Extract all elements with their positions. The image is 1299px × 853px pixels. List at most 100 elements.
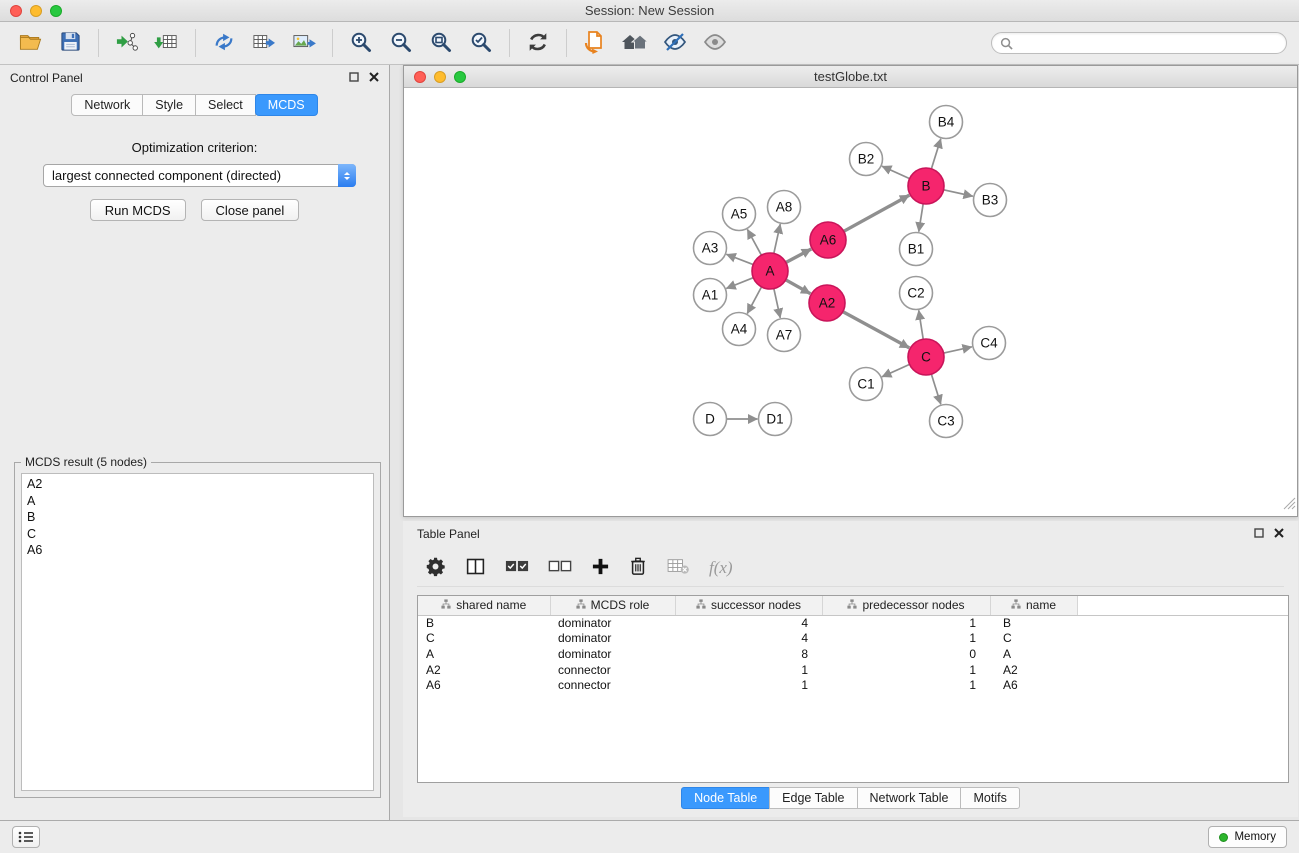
close-panel-icon[interactable] [369,71,379,85]
mcds-result-list[interactable]: A2ABCA6 [21,473,374,791]
home-pair-button[interactable] [617,25,653,61]
network-canvas[interactable]: B4B2BB3A5A8A6B1A3AC2A1A2A4A7CC1C4C3DD1 [404,88,1297,516]
close-window-button[interactable] [10,5,22,17]
minimize-window-button[interactable] [30,5,42,17]
tab-edge-table[interactable]: Edge Table [769,787,857,809]
tab-mcds[interactable]: MCDS [255,94,318,116]
edge-B-B2[interactable] [882,166,910,178]
edge-A-A2[interactable] [786,280,811,294]
dropdown-stepper-icon[interactable] [338,164,356,187]
column-header-shared-name[interactable]: shared name [418,596,550,615]
column-header-predecessor-nodes[interactable]: predecessor nodes [822,596,990,615]
edge-B-B1[interactable] [919,204,923,232]
export-table-button[interactable] [246,25,282,61]
close-table-panel-icon[interactable] [1274,527,1284,541]
tab-style[interactable]: Style [142,94,196,116]
node-B1[interactable]: B1 [900,233,933,266]
table-row[interactable]: Bdominator41B [418,615,1288,631]
node-A5[interactable]: A5 [723,198,756,231]
export-network-button[interactable] [206,25,242,61]
copy-style-button[interactable] [577,25,613,61]
select-all-columns-button[interactable] [505,553,529,583]
node-B4[interactable]: B4 [930,106,963,139]
node-A6[interactable]: A6 [810,222,846,258]
tab-network[interactable]: Network [71,94,143,116]
window-resize-grip[interactable] [1283,497,1296,515]
edge-A2-C[interactable] [843,312,910,348]
zoom-window-button[interactable] [50,5,62,17]
mcds-result-item[interactable]: A2 [27,476,368,493]
edge-A-A5[interactable] [747,229,761,255]
export-image-button[interactable] [286,25,322,61]
edge-C-C1[interactable] [882,364,910,376]
node-C1[interactable]: C1 [850,368,883,401]
edge-C-C4[interactable] [944,347,972,353]
show-columns-button[interactable] [465,553,486,583]
node-B3[interactable]: B3 [974,184,1007,217]
edge-B-B3[interactable] [944,190,973,196]
delete-column-button[interactable] [629,553,647,583]
column-header-name[interactable]: name [990,596,1077,615]
mcds-result-item[interactable]: A6 [27,542,368,559]
save-session-button[interactable] [52,25,88,61]
float-table-panel-icon[interactable] [1254,527,1264,541]
tab-select[interactable]: Select [195,94,256,116]
node-A4[interactable]: A4 [723,313,756,346]
bird-eye-button[interactable] [697,25,733,61]
import-network-button[interactable] [109,25,145,61]
tab-network-table[interactable]: Network Table [857,787,962,809]
node-D1[interactable]: D1 [759,403,792,436]
network-zoom-button[interactable] [454,71,466,83]
zoom-fit-button[interactable] [423,25,459,61]
settings-gear-button[interactable] [425,553,446,583]
zoom-out-button[interactable] [383,25,419,61]
search-field[interactable] [991,32,1287,54]
criterion-dropdown[interactable]: largest connected component (directed) [43,164,356,187]
edge-A-A1[interactable] [726,278,753,289]
node-A[interactable]: A [752,253,788,289]
edge-B-B4[interactable] [931,139,940,169]
node-C3[interactable]: C3 [930,405,963,438]
edge-A-A3[interactable] [726,254,753,264]
node-C4[interactable]: C4 [973,327,1006,360]
node-A7[interactable]: A7 [768,319,801,352]
tab-node-table[interactable]: Node Table [681,787,770,809]
run-mcds-button[interactable]: Run MCDS [90,199,186,221]
node-A3[interactable]: A3 [694,232,727,265]
node-A1[interactable]: A1 [694,279,727,312]
import-table-button[interactable] [149,25,185,61]
table-row[interactable]: A6connector11A6 [418,677,1288,693]
edge-C-C2[interactable] [919,310,924,339]
node-C2[interactable]: C2 [900,277,933,310]
column-header-mcds-role[interactable]: MCDS role [550,596,675,615]
deselect-all-columns-button[interactable] [548,553,572,583]
refresh-button[interactable] [520,25,556,61]
edge-A-A4[interactable] [747,287,761,314]
mcds-result-item[interactable]: B [27,509,368,526]
node-A8[interactable]: A8 [768,191,801,224]
table-row[interactable]: Adominator80A [418,646,1288,662]
add-column-button[interactable] [591,553,610,583]
tab-motifs[interactable]: Motifs [960,787,1019,809]
mcds-result-item[interactable]: C [27,526,368,543]
open-session-button[interactable] [12,25,48,61]
edge-A-A8[interactable] [774,224,780,253]
mcds-result-item[interactable]: A [27,493,368,510]
graphics-details-button[interactable] [657,25,693,61]
node-B2[interactable]: B2 [850,143,883,176]
edge-C-C3[interactable] [931,374,940,404]
node-D[interactable]: D [694,403,727,436]
table-row[interactable]: A2connector11A2 [418,662,1288,678]
edge-A6-B[interactable] [844,195,910,231]
node-A2[interactable]: A2 [809,285,845,321]
network-window-titlebar[interactable]: testGlobe.txt [404,66,1297,88]
memory-button[interactable]: Memory [1208,826,1287,848]
network-minimize-button[interactable] [434,71,446,83]
close-panel-button[interactable]: Close panel [201,199,300,221]
zoom-selected-button[interactable] [463,25,499,61]
column-header-successor-nodes[interactable]: successor nodes [675,596,822,615]
node-B[interactable]: B [908,168,944,204]
edge-A-A7[interactable] [774,289,780,318]
network-close-button[interactable] [414,71,426,83]
search-input[interactable] [1018,36,1278,51]
